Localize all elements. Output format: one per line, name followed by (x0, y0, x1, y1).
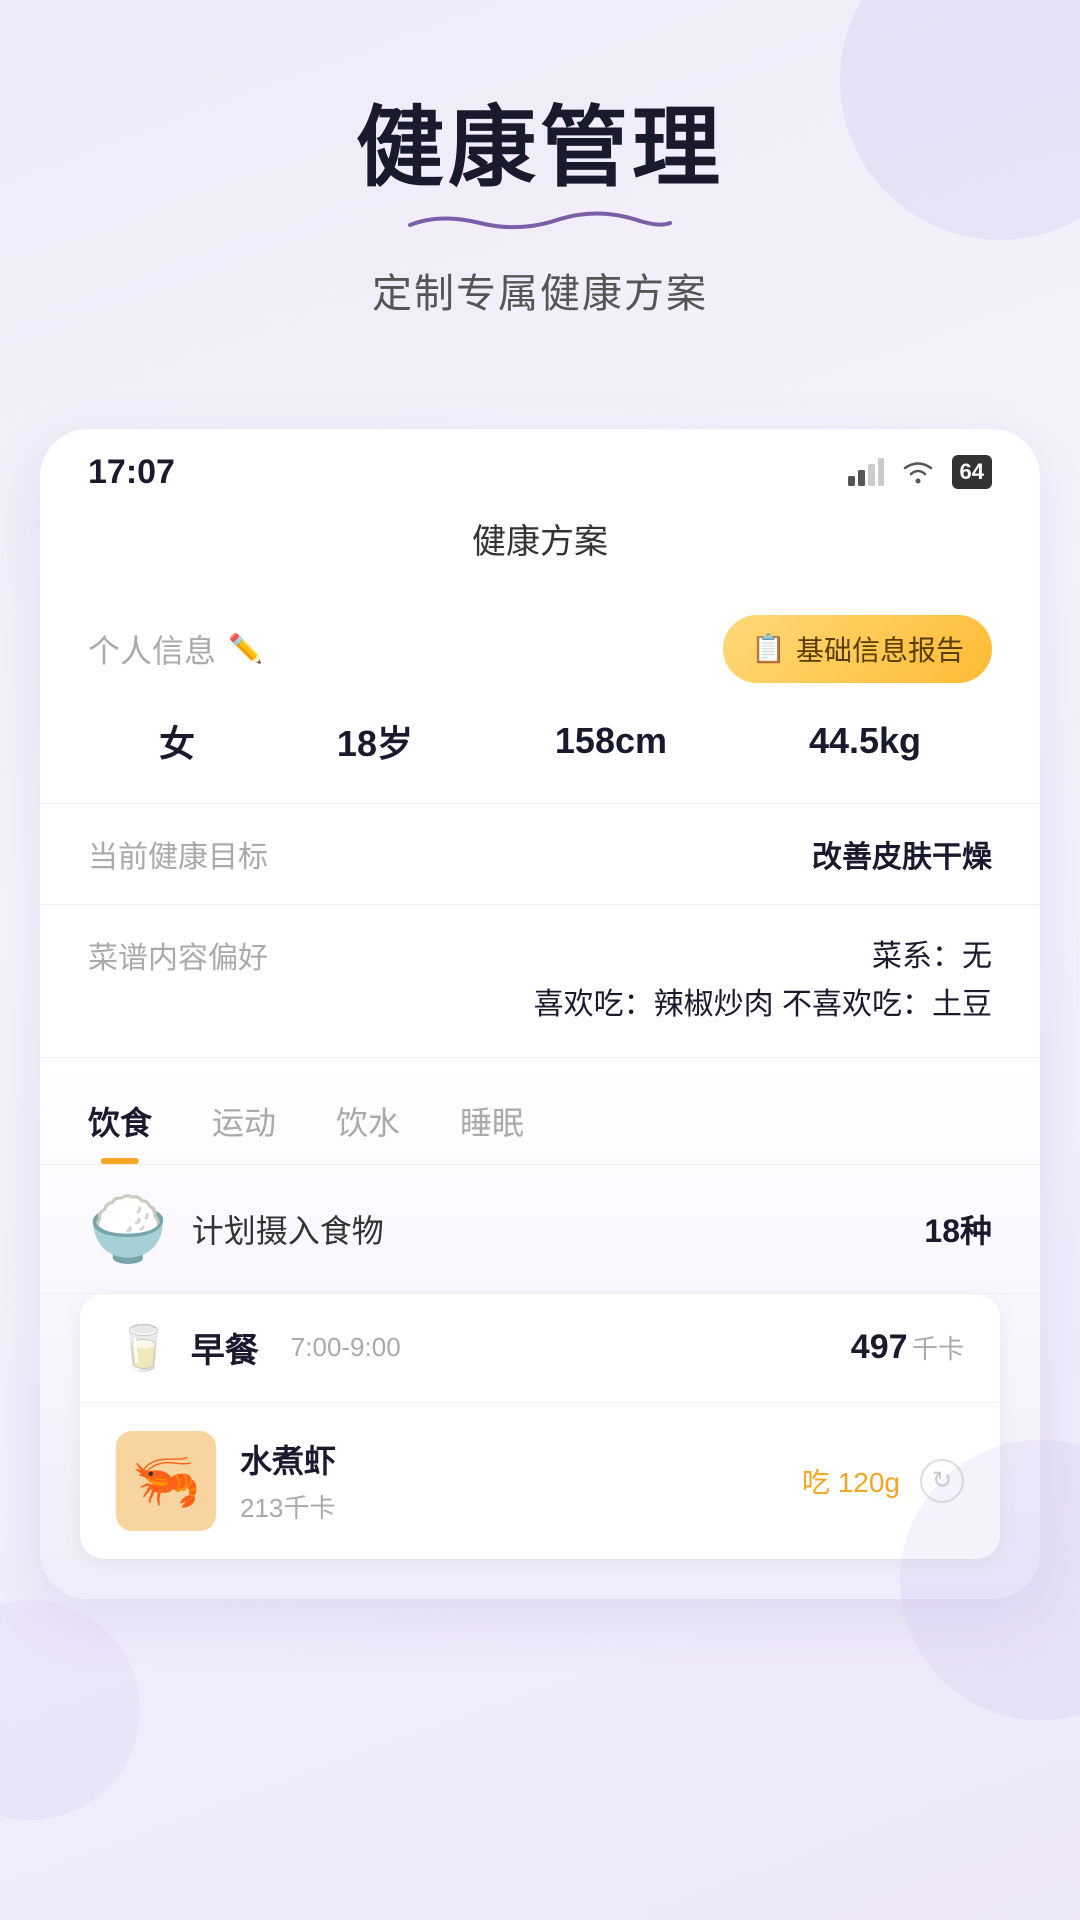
report-icon: 📋 (751, 632, 786, 665)
food-item-name: 水煮虾 (240, 1436, 336, 1482)
breakfast-card: 🥛 早餐 7:00-9:00 497 千卡 🦐 水煮虾 213千卡 (80, 1294, 1000, 1559)
app-title: 健康管理 (60, 100, 1020, 197)
refresh-icon[interactable]: ↻ (920, 1459, 964, 1503)
health-goal-value: 改善皮肤干燥 (812, 832, 992, 876)
cuisine-line: 菜系：无 (534, 933, 992, 981)
hero-section: 健康管理 定制专属健康方案 (0, 0, 1080, 379)
signal-icon (848, 458, 884, 486)
food-plan-value: 18种 (924, 1206, 992, 1252)
recipe-preference-label: 菜谱内容偏好 (88, 933, 268, 977)
tabs-bar: 饮食 运动 饮水 睡眠 (40, 1078, 1040, 1165)
breakfast-icon: 🥛 (116, 1322, 171, 1374)
battery-icon: 64 (952, 455, 992, 489)
tab-sleep[interactable]: 睡眠 (460, 1098, 524, 1164)
personal-info-label: 个人信息 ✏️ (88, 626, 263, 672)
edit-icon[interactable]: ✏️ (228, 632, 263, 665)
meal-calories-unit: 千卡 (912, 1334, 964, 1364)
health-goal-row: 当前健康目标 改善皮肤干燥 (40, 804, 1040, 905)
hero-subtitle: 定制专属健康方案 (60, 261, 1020, 319)
stat-weight: 44.5kg (809, 720, 921, 762)
status-time: 17:07 (88, 453, 175, 492)
bottom-padding (40, 1559, 1040, 1599)
wifi-icon (900, 458, 936, 486)
food-item-left: 🦐 水煮虾 213千卡 (116, 1431, 336, 1531)
page-title: 健康方案 (40, 504, 1040, 587)
stat-height: 158cm (555, 720, 667, 762)
report-badge-button[interactable]: 📋 基础信息报告 (723, 615, 992, 683)
recipe-preference-value: 菜系：无 喜欢吃：辣椒炒肉 不喜欢吃：土豆 (534, 933, 992, 1029)
recipe-preference-row: 菜谱内容偏好 菜系：无 喜欢吃：辣椒炒肉 不喜欢吃：土豆 (40, 905, 1040, 1058)
status-icons: 64 (848, 455, 992, 489)
food-plan-label: 计划摄入食物 (192, 1206, 384, 1252)
main-card: 17:07 64 健康方案 (40, 429, 1040, 1599)
like-line: 喜欢吃：辣椒炒肉 不喜欢吃：土豆 (534, 981, 992, 1029)
food-item-cal: 213千卡 (240, 1488, 336, 1525)
tab-exercise[interactable]: 运动 (212, 1098, 276, 1164)
food-item-info: 水煮虾 213千卡 (240, 1436, 336, 1525)
tab-diet[interactable]: 饮食 (88, 1098, 152, 1164)
stat-age: 18岁 (337, 715, 413, 767)
food-item-amount: 吃 120g (802, 1461, 900, 1501)
meal-calories: 497 (851, 1328, 908, 1366)
plan-section: 饮食 运动 饮水 睡眠 🍚 计划摄入食物 18种 🥛 早餐 7:00-9:00 (40, 1058, 1040, 1599)
health-goal-label: 当前健康目标 (88, 832, 268, 876)
tab-water[interactable]: 饮水 (336, 1098, 400, 1164)
bg-circle-bottom-left (0, 1600, 140, 1820)
meal-name: 早餐 (191, 1323, 259, 1372)
meal-calories-container: 497 千卡 (851, 1328, 964, 1367)
meal-header-left: 🥛 早餐 7:00-9:00 (116, 1322, 401, 1374)
meal-header: 🥛 早餐 7:00-9:00 497 千卡 (80, 1294, 1000, 1403)
personal-info-section: 个人信息 ✏️ 📋 基础信息报告 女 18岁 158cm 44.5kg (40, 587, 1040, 804)
food-item-row: 🦐 水煮虾 213千卡 吃 120g ↻ (80, 1403, 1000, 1559)
food-item-right: 吃 120g ↻ (802, 1459, 964, 1503)
status-bar: 17:07 64 (40, 429, 1040, 504)
personal-stats: 女 18岁 158cm 44.5kg (88, 707, 992, 775)
food-plan-row: 🍚 计划摄入食物 18种 (40, 1165, 1040, 1294)
report-badge-label: 基础信息报告 (796, 629, 964, 669)
stat-gender: 女 (159, 715, 195, 767)
food-plan-icon: 🍚 (88, 1197, 168, 1261)
personal-info-header: 个人信息 ✏️ 📋 基础信息报告 (88, 615, 992, 683)
title-underline (400, 205, 680, 237)
food-plan-left: 🍚 计划摄入食物 (88, 1197, 384, 1261)
meal-time: 7:00-9:00 (291, 1332, 401, 1363)
food-item-image: 🦐 (116, 1431, 216, 1531)
